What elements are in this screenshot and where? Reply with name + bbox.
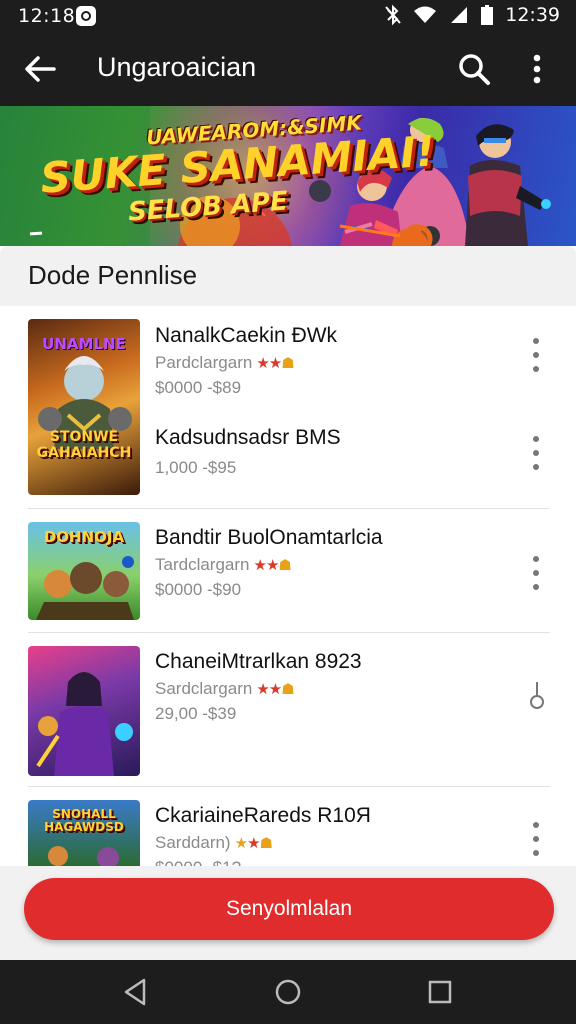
- search-icon[interactable]: [456, 51, 492, 87]
- app-meta: Tardclargarn ★★☗: [155, 555, 525, 575]
- nav-recents-icon[interactable]: [424, 976, 456, 1008]
- app-price: 29,00 -$39: [155, 704, 237, 723]
- divider: [28, 508, 550, 509]
- list-item[interactable]: Kadsudnsadsr BMS 1,000 -$95: [155, 426, 525, 478]
- thumbnail-title: SNOHALL HAGAWDSD: [44, 807, 124, 834]
- app-meta: Sardclargarn ★★☗: [155, 679, 525, 699]
- app-developer: Pardclargarn: [155, 353, 253, 372]
- list-item[interactable]: NanalkCaekin ÐWk Pardclargarn ★★☗ $0000 …: [155, 324, 525, 398]
- app-name: CkariaineRareds R10Я: [155, 804, 371, 827]
- download-progress-icon[interactable]: [528, 680, 546, 710]
- app-price: 1,000 -$95: [155, 458, 237, 477]
- thumbnail-title: UNAMLNE: [42, 335, 126, 353]
- app-bar: Ungaroaician: [0, 32, 576, 106]
- app-developer: Tardclargarn: [155, 555, 250, 574]
- list-item[interactable]: Bandtir BuolOnamtarlcia Tardclargarn ★★☗…: [155, 526, 525, 600]
- app-meta: Sarddarn) ★★☗: [155, 833, 525, 853]
- item-menu-icon[interactable]: [526, 338, 546, 372]
- app-thumbnail[interactable]: DOHNOJA: [28, 522, 140, 620]
- app-name: NanalkCaekin ÐWk: [155, 324, 338, 347]
- status-time-right: 12:39: [505, 4, 560, 26]
- status-time: 12:18: [18, 5, 76, 27]
- app-name: Bandtir BuolOnamtarlcia: [155, 526, 383, 549]
- app-thumbnail[interactable]: [28, 646, 140, 776]
- section-title: Dode Pennlise: [28, 260, 198, 290]
- item-menu-icon[interactable]: [526, 822, 546, 856]
- app-price: $0000 -$90: [155, 580, 242, 599]
- nav-home-icon[interactable]: [272, 976, 304, 1008]
- rating-stars-icon: ★★☗: [253, 557, 292, 574]
- rating-stars-icon: ★★☗: [234, 835, 273, 852]
- wifi-icon: [414, 6, 437, 23]
- signal-icon: [451, 7, 468, 23]
- app-name: ChaneiMtrarlkan 8923: [155, 650, 362, 673]
- divider: [28, 632, 550, 633]
- status-bar: 12:18 12:39: [0, 0, 576, 32]
- app-developer: Sardclargarn: [155, 679, 253, 698]
- back-arrow-icon[interactable]: [22, 51, 58, 87]
- section-header: Dode Pennlise: [0, 246, 576, 306]
- rating-stars-icon: ★★☗: [256, 355, 294, 372]
- notification-icon: [76, 6, 96, 26]
- app-thumbnail[interactable]: UNAMLNE STONWE GAHAIAHCH: [28, 319, 140, 495]
- app-name: Kadsudnsadsr BMS: [155, 426, 341, 449]
- system-nav-bar: [0, 960, 576, 1024]
- thumbnail-title: DOHNOJA: [43, 528, 125, 546]
- battery-icon: [481, 5, 494, 25]
- app-meta: Pardclargarn ★★☗: [155, 353, 525, 373]
- promo-banner[interactable]: UAWEAROM:&SIMK SUKE SANAMIAI! SELOB APE: [0, 106, 576, 246]
- thumbnail-subtitle: STONWE GAHAIAHCH: [36, 429, 132, 461]
- app-thumbnail[interactable]: SNOHALL HAGAWDSD: [28, 800, 140, 866]
- app-list: UNAMLNE STONWE GAHAIAHCH NanalkCaekin ÐW…: [0, 306, 576, 866]
- app-developer: Sarddarn): [155, 833, 231, 852]
- status-icons: 12:39: [385, 4, 560, 26]
- rating-stars-icon: ★★☗: [256, 681, 294, 698]
- app-price: $0000 -$89: [155, 378, 242, 397]
- list-item[interactable]: CkariaineRareds R10Я Sarddarn) ★★☗ $0000…: [155, 804, 525, 866]
- page-title: Ungaroaician: [97, 52, 257, 82]
- item-menu-icon[interactable]: [526, 436, 546, 470]
- bottom-panel: Senyolmlalan: [0, 866, 576, 960]
- primary-action-button[interactable]: Senyolmlalan: [24, 878, 554, 940]
- app-price: $0000 -$1?: [155, 858, 525, 866]
- list-item[interactable]: ChaneiMtrarlkan 8923 Sardclargarn ★★☗ 29…: [155, 650, 525, 724]
- divider: [28, 786, 550, 787]
- bluetooth-off-icon: [385, 4, 401, 26]
- item-menu-icon[interactable]: [526, 556, 546, 590]
- more-options-icon[interactable]: [522, 51, 552, 87]
- nav-back-icon[interactable]: [120, 976, 152, 1008]
